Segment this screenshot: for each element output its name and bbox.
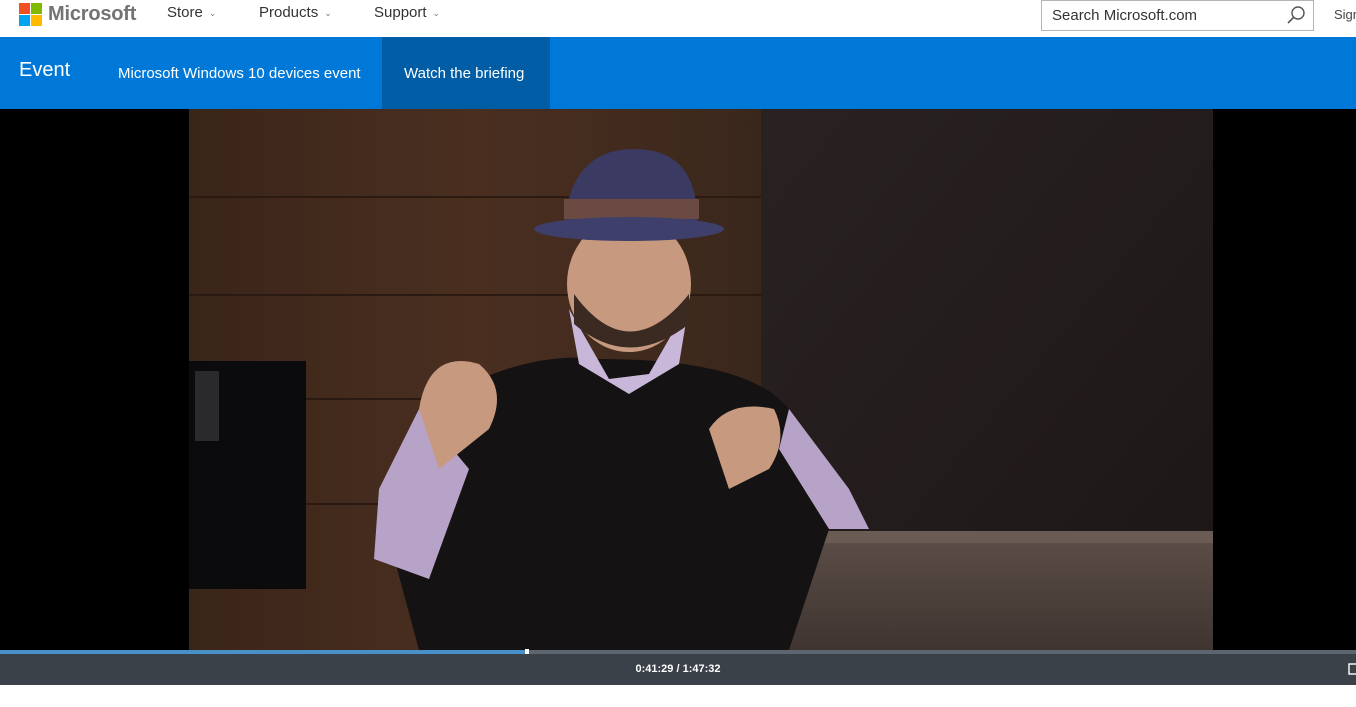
microsoft-logo[interactable]: Microsoft (19, 2, 136, 26)
nav-support[interactable]: Support ⌄ (374, 4, 440, 21)
event-title[interactable]: Event (19, 59, 70, 82)
chevron-down-icon: ⌄ (324, 8, 332, 18)
tab-watch-the-briefing[interactable]: Watch the briefing (382, 37, 550, 109)
top-header: Microsoft Store ⌄ Products ⌄ Support ⌄ S… (0, 0, 1356, 37)
search-box (1041, 0, 1314, 31)
sign-in-link[interactable]: Sign in (1334, 7, 1356, 22)
tab-label: Watch the briefing (404, 64, 525, 82)
chevron-down-icon: ⌄ (208, 8, 217, 18)
video-frame[interactable] (189, 109, 1213, 650)
microsoft-logo-icon (19, 2, 42, 26)
nav-products[interactable]: Products ⌄ (259, 4, 332, 21)
fullscreen-icon[interactable] (1348, 663, 1356, 675)
event-bar: Event Microsoft Windows 10 devices event… (0, 37, 1356, 109)
tab-label: Microsoft Windows 10 devices event (118, 64, 361, 82)
video-player[interactable] (0, 109, 1356, 650)
chevron-down-icon: ⌄ (432, 8, 441, 18)
nav-store-label: Store (167, 4, 203, 21)
video-time-readout: 0:41:29 / 1:47:32 (635, 663, 721, 675)
search-icon[interactable] (1285, 4, 1307, 26)
video-control-bar: 0:41:29 / 1:47:32 (0, 654, 1356, 685)
nav-products-label: Products (259, 4, 319, 21)
nav-store[interactable]: Store ⌄ (167, 4, 216, 21)
logo-text: Microsoft (48, 2, 137, 25)
video-frame-image (189, 109, 1213, 650)
nav-support-label: Support (374, 4, 427, 21)
search-input[interactable] (1042, 1, 1282, 30)
tab-windows10-devices-event[interactable]: Microsoft Windows 10 devices event (96, 37, 383, 109)
